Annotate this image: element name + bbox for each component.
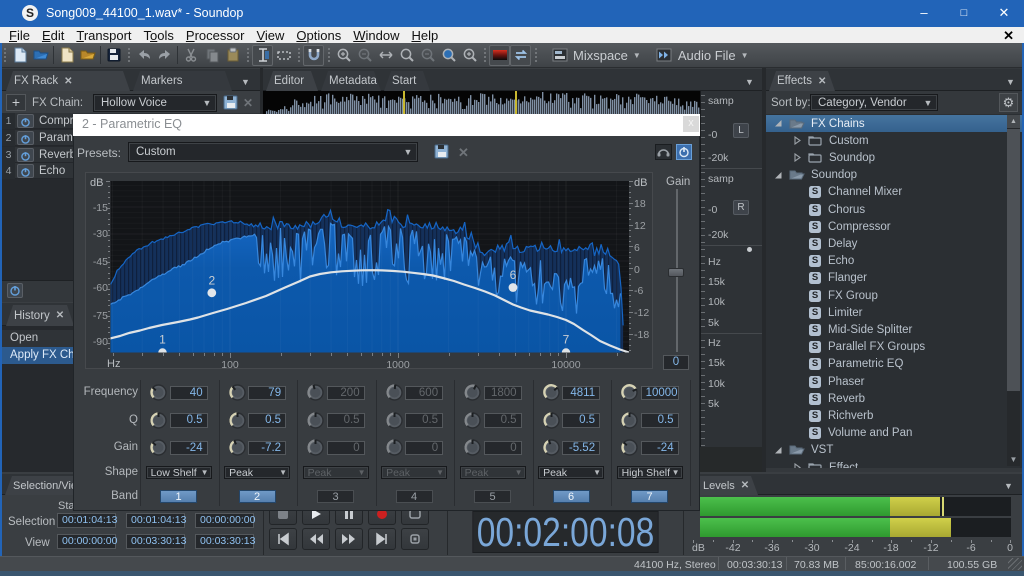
svg-text:7: 7 [563,333,570,347]
svg-text:1: 1 [159,333,166,347]
svg-text:2: 2 [208,273,215,287]
svg-text:6: 6 [510,268,517,282]
